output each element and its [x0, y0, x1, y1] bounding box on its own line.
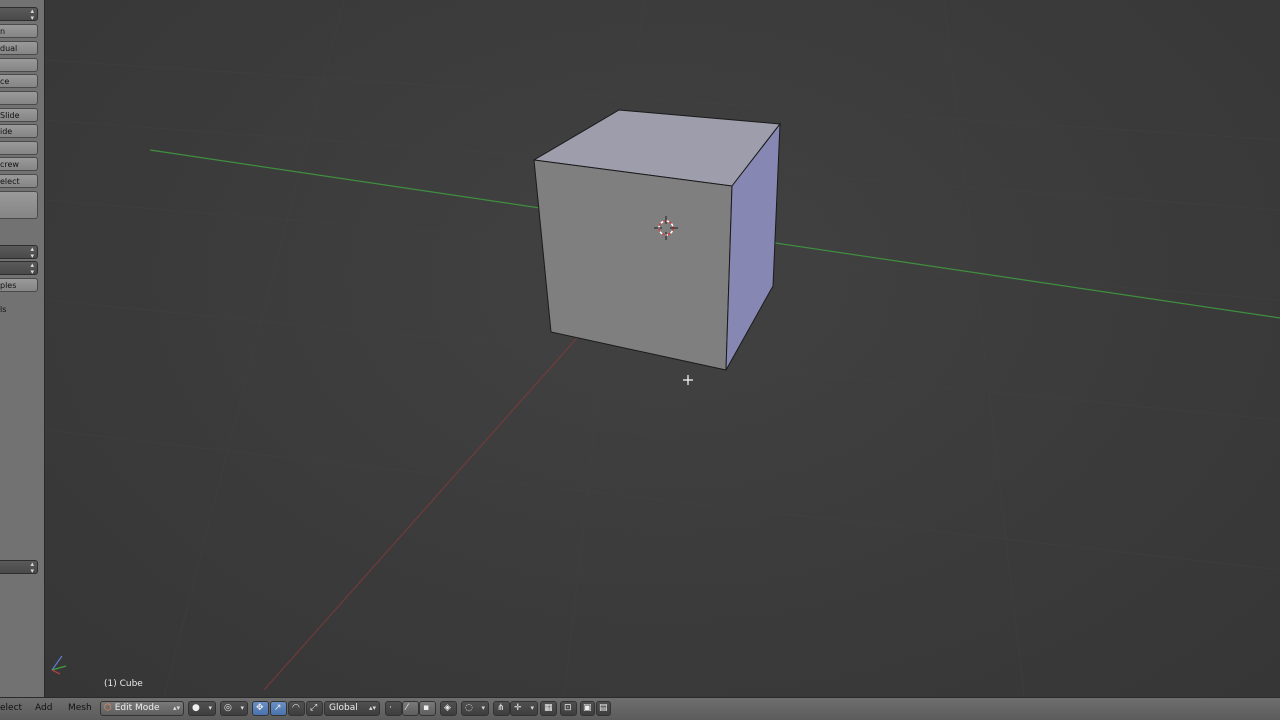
mode-selector[interactable]: ⬡ Edit Mode ▴▾ — [100, 701, 184, 716]
vertex-select-button[interactable]: · — [385, 701, 402, 716]
rotate-icon: ◠ — [292, 703, 300, 713]
operator-panel-dropdown[interactable]: ▴ ▾ — [0, 560, 38, 575]
snap-element-button[interactable]: ▦ — [540, 701, 557, 716]
menu-mesh[interactable]: Mesh — [68, 703, 92, 713]
render-opengl-button[interactable]: ▣ — [580, 701, 595, 716]
menu-add[interactable]: Add — [35, 703, 52, 713]
tool-button-11[interactable] — [0, 191, 38, 219]
snap-element-icon: ▦ — [544, 703, 553, 713]
proportional-edit-dropdown[interactable]: ◌ ▾ — [461, 701, 489, 716]
viewport-shading-dropdown[interactable]: ● ▾ — [188, 701, 216, 716]
render-animation-icon: ▤ — [599, 703, 608, 713]
transform-orientation-dropdown[interactable]: Global ▴▾ — [324, 701, 380, 716]
scale-icon: ⤢ — [310, 703, 318, 713]
proportional-edit-icon: ◌ — [465, 703, 473, 713]
panel-dropdown-2[interactable]: ▴ ▾ — [0, 261, 38, 276]
vertex-select-icon: · — [389, 703, 392, 713]
render-animation-button[interactable]: ▤ — [596, 701, 611, 716]
tool-button-12[interactable]: ples — [0, 278, 38, 292]
manipulator-toggle[interactable]: ✥ — [252, 701, 269, 716]
overlay-icon: ⊡ — [564, 703, 572, 713]
snap-icon: ⋔ — [497, 703, 505, 713]
edge-select-icon: ⁄ — [406, 703, 408, 713]
viewport-shading-icon: ● — [192, 703, 200, 713]
pivot-point-dropdown[interactable]: ◎ ▾ — [220, 701, 248, 716]
tool-button-4[interactable]: ce — [0, 74, 38, 88]
tool-button-1[interactable]: n — [0, 24, 38, 38]
tool-button-5[interactable] — [0, 91, 38, 105]
tool-button-6[interactable]: Slide — [0, 108, 38, 122]
face-select-icon: ▪ — [423, 703, 430, 713]
limit-selection-icon: ◈ — [444, 703, 451, 713]
tool-button-2[interactable]: dual — [0, 41, 38, 55]
orientation-label: Global — [329, 703, 358, 713]
tool-button-8[interactable] — [0, 141, 38, 155]
edit-mode-icon: ⬡ — [104, 703, 112, 713]
tool-button-9[interactable]: crew — [0, 157, 38, 171]
rotate-toggle[interactable]: ◠ — [288, 701, 305, 716]
menu-select[interactable]: elect — [0, 703, 22, 713]
snap-toggle[interactable]: ⋔ — [493, 701, 510, 716]
overlay-toggle[interactable]: ⊡ — [560, 701, 577, 716]
manipulator-icon: ✥ — [256, 703, 264, 713]
snap-target-dropdown[interactable]: ✛ ▾ — [510, 701, 538, 716]
limit-selection-button[interactable]: ◈ — [440, 701, 457, 716]
face-select-button[interactable]: ▪ — [419, 701, 436, 716]
viewport-scene — [44, 0, 1280, 697]
tool-shelf: ▴ ▾ n dual ce Slide ide crew elect ▴ ▾ ▴ ▾ … — [0, 0, 45, 697]
mouse-crosshair-icon — [683, 375, 693, 385]
3d-viewport[interactable]: (1) Cube — [44, 0, 1280, 697]
cube-mesh[interactable] — [532, 109, 781, 371]
tool-label: ls — [0, 305, 7, 314]
tool-button-7[interactable]: ide — [0, 124, 38, 138]
mode-label: Edit Mode — [114, 703, 160, 713]
tool-button-10[interactable]: elect — [0, 174, 38, 188]
translate-toggle[interactable]: ↗ — [270, 701, 287, 716]
panel-dropdown-1[interactable]: ▴ ▾ — [0, 245, 38, 260]
panel-header-dropdown[interactable]: ▴ ▾ — [0, 7, 38, 22]
translate-icon: ↗ — [274, 703, 282, 713]
pivot-point-icon: ◎ — [224, 703, 232, 713]
cube-front-face[interactable] — [533, 159, 733, 371]
tool-button-3[interactable] — [0, 58, 38, 72]
3d-view-header: elect Add Mesh ⬡ Edit Mode ▴▾ ● ▾ ◎ ▾ ✥ ↗ … — [0, 697, 1280, 720]
edge-select-button[interactable]: ⁄ — [402, 701, 419, 716]
snap-target-icon: ✛ — [514, 703, 522, 713]
active-object-label: (1) Cube — [104, 679, 143, 689]
axis-gizmo-icon — [51, 655, 67, 675]
scale-toggle[interactable]: ⤢ — [306, 701, 323, 716]
render-icon: ▣ — [583, 703, 592, 713]
